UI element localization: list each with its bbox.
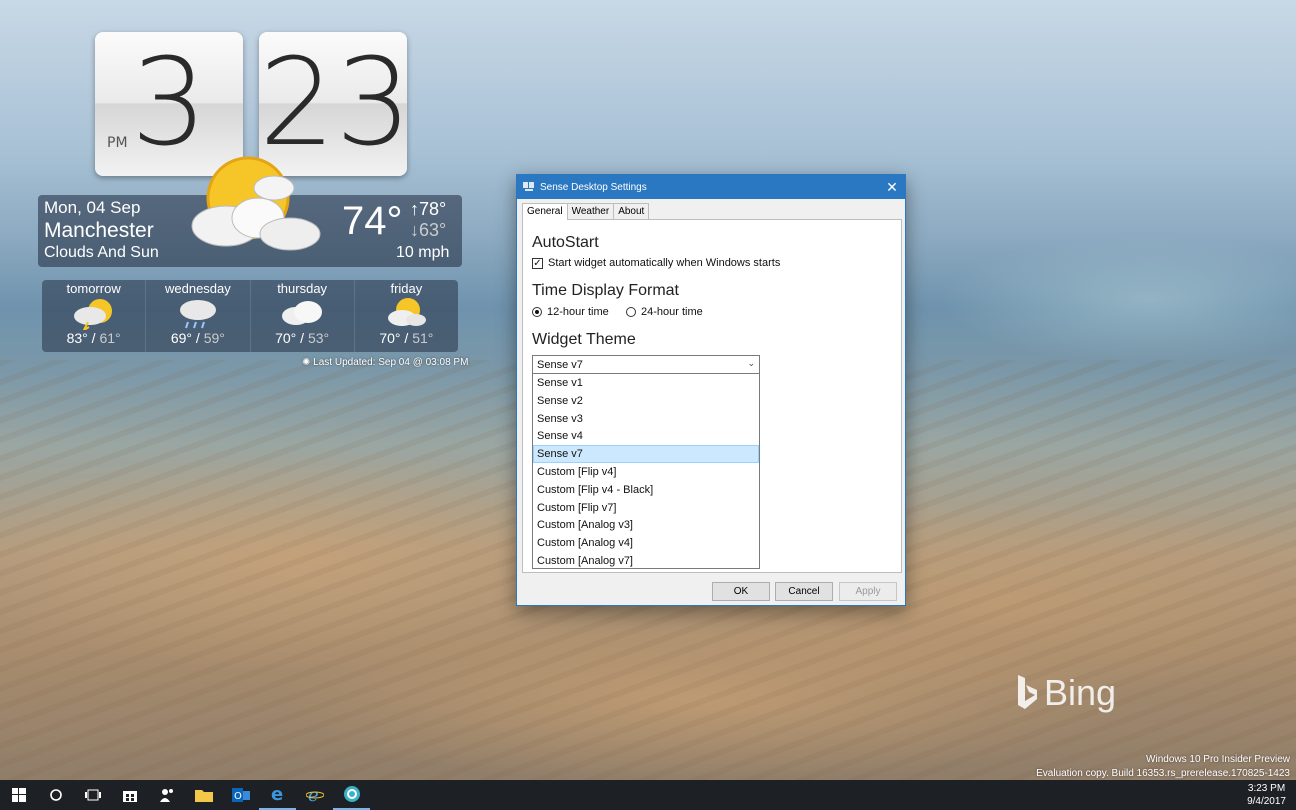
refresh-icon[interactable]: ✺: [302, 357, 310, 368]
time-12-option[interactable]: 12-hour time: [532, 306, 609, 318]
outlook-icon[interactable]: O: [222, 780, 259, 810]
sun-cloud-icon: [191, 156, 321, 251]
cancel-button[interactable]: Cancel: [775, 582, 833, 601]
weather-temperature: 74°: [342, 199, 403, 243]
forecast-day-name: wednesday: [164, 281, 231, 296]
theme-dropdown-list: Sense v1 Sense v2 Sense v3 Sense v4 Sens…: [532, 373, 760, 569]
time-12-radio[interactable]: [532, 307, 542, 317]
file-explorer-icon[interactable]: [185, 780, 222, 810]
forecast-high: 83°: [66, 330, 88, 346]
weather-city: Manchester: [44, 219, 154, 242]
tab-general[interactable]: General: [522, 203, 568, 220]
forecast-low: 53°: [307, 330, 330, 346]
time-24-option[interactable]: 24-hour time: [626, 306, 703, 318]
svg-text:O: O: [234, 791, 242, 802]
task-view-icon[interactable]: [74, 780, 111, 810]
theme-option[interactable]: Custom [Analog v3]: [533, 516, 759, 534]
storm-sun-icon: [73, 299, 112, 330]
theme-option[interactable]: Custom [Flip v4]: [533, 463, 759, 481]
forecast-day: tomorrow 83° / 61°: [42, 280, 147, 352]
forecast-day: wednesday 69° / 59°: [146, 280, 251, 352]
theme-option[interactable]: Sense v2: [533, 392, 759, 410]
apply-button[interactable]: Apply: [839, 582, 897, 601]
theme-select[interactable]: Sense v7 ⌄: [532, 355, 760, 374]
theme-option-selected[interactable]: Sense v7: [533, 445, 759, 463]
time-12-label: 12-hour time: [547, 306, 609, 318]
tab-about[interactable]: About: [613, 203, 650, 219]
dialog-title: Sense Desktop Settings: [540, 181, 647, 193]
svg-text:e: e: [308, 786, 319, 804]
chevron-down-icon[interactable]: ⌄: [747, 358, 755, 369]
forecast-low: 61°: [99, 330, 121, 346]
clock-minute: 23: [259, 34, 407, 173]
rain-cloud-icon: [179, 300, 216, 329]
forecast-high: 70°: [379, 330, 401, 346]
store-icon[interactable]: [111, 780, 148, 810]
theme-select-value: Sense v7: [537, 359, 583, 371]
theme-option[interactable]: Sense v1: [533, 374, 759, 392]
theme-option[interactable]: Sense v3: [533, 410, 759, 428]
time-24-label: 24-hour time: [641, 306, 703, 318]
autostart-checkbox[interactable]: ✓: [532, 257, 543, 269]
taskbar-time: 3:23 PM: [1247, 783, 1286, 794]
bing-b-icon: [1018, 675, 1037, 709]
people-icon[interactable]: [148, 780, 185, 810]
taskbar: O e e 3:23 PM 9/4/2017: [0, 780, 1296, 810]
time-24-radio[interactable]: [626, 307, 636, 317]
general-tab-panel: AutoStart ✓ Start widget automatically w…: [522, 219, 902, 573]
theme-option[interactable]: Custom [Analog v4]: [533, 534, 759, 552]
forecast-high: 69°: [170, 330, 193, 346]
autostart-option[interactable]: ✓ Start widget automatically when Window…: [532, 257, 780, 269]
tab-weather[interactable]: Weather: [566, 203, 615, 219]
weather-condition: Clouds And Sun: [44, 244, 159, 261]
theme-option[interactable]: Sense v4: [533, 427, 759, 445]
bing-text: Bing: [1044, 672, 1117, 713]
forecast-low: 59°: [203, 330, 225, 346]
weather-wind: 10 mph: [396, 244, 450, 261]
forecast-day: thursday 70° / 53°: [251, 280, 355, 352]
forecast-day-name: friday: [390, 281, 423, 296]
forecast-day: friday 70° / 51°: [355, 280, 458, 352]
theme-option[interactable]: Custom [Flip v4 - Black]: [533, 481, 759, 499]
forecast-low: 51°: [412, 330, 434, 346]
widget-theme-heading: Widget Theme: [532, 331, 636, 348]
dialog-titlebar[interactable]: Sense Desktop Settings ✕: [517, 175, 905, 199]
build-watermark-line2: Evaluation copy. Build 16353.rs_prerelea…: [1036, 768, 1290, 779]
weather-high: ↑78°: [410, 199, 447, 219]
weather-date: Mon, 04 Sep: [44, 198, 141, 217]
clock-ampm: PM: [107, 135, 128, 151]
autostart-label: Start widget automatically when Windows …: [548, 257, 781, 269]
windows-start-icon[interactable]: [0, 780, 37, 810]
taskbar-clock[interactable]: 3:23 PM 9/4/2017: [1247, 782, 1286, 808]
tab-strip: General Weather About: [522, 203, 650, 220]
time-format-heading: Time Display Format: [532, 282, 679, 299]
forecast-panel: tomorrow 83° / 61° wednesday 69° / 59° t…: [42, 280, 458, 352]
ok-button[interactable]: OK: [712, 582, 770, 601]
theme-option[interactable]: Custom [Flip v7]: [533, 499, 759, 517]
last-updated: ✺ Last Updated: Sep 04 @ 03:08 PM: [302, 357, 468, 368]
last-updated-text: Last Updated: Sep 04 @ 03:08 PM: [313, 357, 469, 368]
close-icon[interactable]: ✕: [879, 179, 905, 196]
forecast-day-name: thursday: [277, 281, 328, 296]
theme-option[interactable]: Custom [Analog v7]: [533, 552, 759, 570]
sun-cloud-icon: [388, 298, 427, 326]
cloud-icon: [282, 301, 323, 325]
sense-app-icon[interactable]: [333, 780, 370, 810]
settings-dialog: Sense Desktop Settings ✕ General Weather…: [516, 174, 906, 606]
svg-text:e: e: [271, 785, 283, 803]
bing-logo: Bing: [1016, 672, 1116, 714]
app-icon: [523, 182, 534, 191]
build-watermark-line1: Windows 10 Pro Insider Preview: [1146, 754, 1290, 765]
forecast-high: 70°: [275, 330, 297, 346]
taskbar-date: 9/4/2017: [1247, 796, 1286, 807]
weather-low: ↓63°: [410, 220, 447, 240]
forecast-day-name: tomorrow: [66, 281, 121, 296]
edge-icon[interactable]: e: [259, 780, 296, 810]
clock-hour: 3: [130, 34, 208, 173]
cortana-search-icon[interactable]: [37, 780, 74, 810]
clock-minute-card: 23: [259, 32, 407, 176]
internet-explorer-icon[interactable]: e: [296, 780, 333, 810]
autostart-heading: AutoStart: [532, 234, 599, 251]
clock-hour-card: 3 PM: [95, 32, 243, 176]
